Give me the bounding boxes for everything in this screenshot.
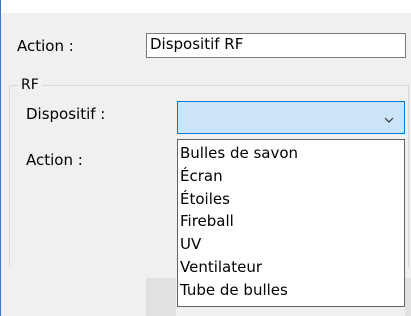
dropdown-option[interactable]: Bulles de savon xyxy=(178,142,404,165)
dropdown-option[interactable]: UV xyxy=(178,233,404,256)
device-label: Dispositif : xyxy=(26,105,106,123)
dropdown-option[interactable]: Étoiles xyxy=(178,188,404,211)
action-field[interactable]: Dispositif RF xyxy=(146,33,406,58)
window-border xyxy=(0,0,1,316)
dropdown-option[interactable]: Ventilateur xyxy=(178,256,404,279)
rf-group-title: RF xyxy=(18,77,42,93)
dialog-top-strip xyxy=(0,0,411,13)
dialog: Action : Dispositif RF RF Dispositif : A… xyxy=(0,0,411,316)
dropdown-option[interactable]: Tube de bulles xyxy=(178,279,404,302)
chevron-down-icon[interactable] xyxy=(384,111,394,123)
device-dropdown-list: Bulles de savon Écran Étoiles Fireball U… xyxy=(177,139,405,307)
group-action-label: Action : xyxy=(26,151,83,169)
action-label: Action : xyxy=(17,37,74,55)
action-field-value: Dispositif RF xyxy=(150,35,244,53)
dropdown-option[interactable]: Écran xyxy=(178,165,404,188)
device-combobox[interactable] xyxy=(177,101,405,134)
cancel-button[interactable] xyxy=(405,278,411,316)
ok-button[interactable] xyxy=(146,278,176,316)
dropdown-option[interactable]: Fireball xyxy=(178,210,404,233)
